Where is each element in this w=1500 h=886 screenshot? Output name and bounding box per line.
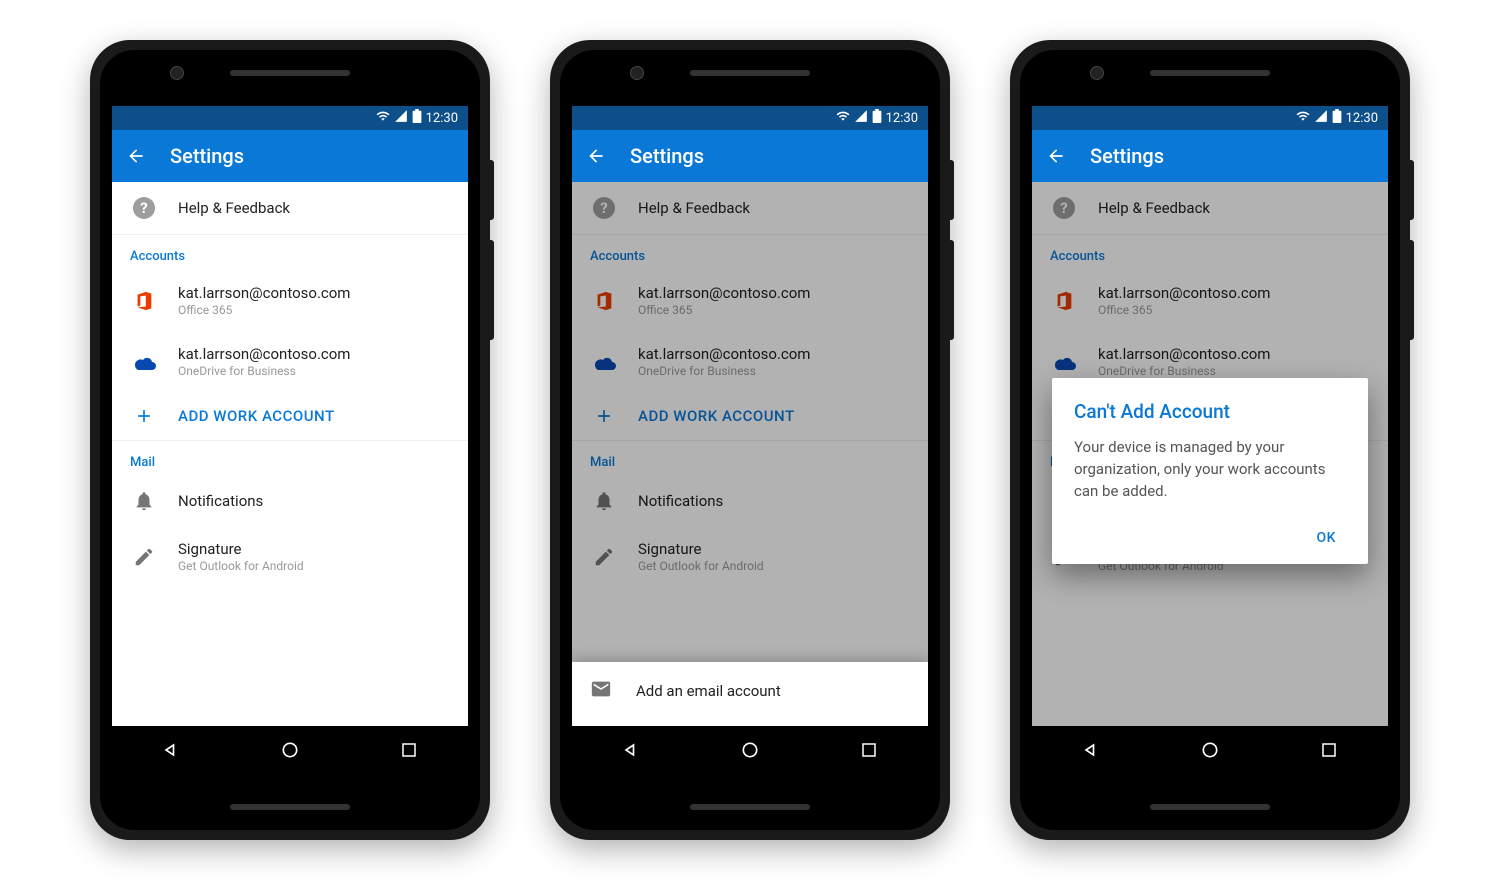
signal-icon [394, 109, 408, 127]
dialog-ok-button[interactable]: OK [1307, 522, 1347, 554]
status-time: 12:30 [426, 111, 458, 126]
add-account-label: ADD WORK ACCOUNT [178, 407, 450, 425]
status-bar: 12:30 [1032, 106, 1388, 130]
nav-home-icon[interactable] [739, 739, 761, 761]
signature-sub: Get Outlook for Android [178, 559, 450, 573]
settings-content: ? Help & Feedback Accounts kat.larrson@c… [572, 182, 928, 774]
office365-icon [130, 290, 158, 312]
nav-back-icon[interactable] [1080, 739, 1102, 761]
mail-header: Mail [112, 441, 468, 476]
nav-home-icon[interactable] [279, 739, 301, 761]
notifications-row[interactable]: Notifications [112, 476, 468, 526]
status-bar: 12:30 [572, 106, 928, 130]
nav-home-icon[interactable] [1199, 739, 1221, 761]
status-time: 12:30 [886, 111, 918, 126]
android-nav-bar [572, 726, 928, 774]
app-bar-title: Settings [630, 144, 704, 168]
notifications-label: Notifications [178, 492, 450, 510]
dialog-body: Your device is managed by your organizat… [1074, 437, 1346, 502]
account-sub: Office 365 [178, 303, 450, 317]
nav-back-icon[interactable] [620, 739, 642, 761]
app-bar: Settings [572, 130, 928, 182]
nav-recents-icon[interactable] [398, 739, 420, 761]
screen: 12:30 Settings ? Help & Feedback Account… [572, 106, 928, 774]
status-time: 12:30 [1346, 111, 1378, 126]
sheet-add-email[interactable]: Add an email account [572, 662, 928, 720]
phone-mockup: 12:30 Settings ? Help & Feedback Account… [90, 40, 490, 840]
account-row-onedrive[interactable]: kat.larrson@contoso.com OneDrive for Bus… [112, 331, 468, 392]
svg-text:?: ? [140, 199, 147, 217]
android-nav-bar [1032, 726, 1388, 774]
cant-add-account-dialog: Can't Add Account Your device is managed… [1052, 378, 1368, 564]
app-bar: Settings [1032, 130, 1388, 182]
signature-row[interactable]: Signature Get Outlook for Android [112, 526, 468, 587]
screen: 12:30 Settings ? Help & Feedback Account… [112, 106, 468, 774]
sheet-email-label: Add an email account [636, 682, 781, 700]
onedrive-icon [130, 353, 158, 371]
account-email: kat.larrson@contoso.com [178, 284, 450, 302]
status-bar: 12:30 [112, 106, 468, 130]
battery-icon [412, 109, 422, 127]
back-icon[interactable] [586, 146, 606, 166]
signal-icon [1314, 109, 1328, 127]
battery-icon [1332, 109, 1342, 127]
wifi-icon [1296, 109, 1310, 127]
account-email: kat.larrson@contoso.com [178, 345, 450, 363]
signal-icon [854, 109, 868, 127]
help-feedback-row[interactable]: ? Help & Feedback [112, 182, 468, 234]
phone-mockup: 12:30 Settings ? Help & Feedback Account… [1010, 40, 1410, 840]
accounts-header: Accounts [112, 235, 468, 270]
account-row-office365[interactable]: kat.larrson@contoso.com Office 365 [112, 270, 468, 331]
app-bar: Settings [112, 130, 468, 182]
back-icon[interactable] [1046, 146, 1066, 166]
app-bar-title: Settings [170, 144, 244, 168]
signature-label: Signature [178, 540, 450, 558]
account-sub: OneDrive for Business [178, 364, 450, 378]
bell-icon [130, 490, 158, 512]
help-icon: ? [130, 196, 158, 220]
phone-mockup: 12:30 Settings ? Help & Feedback Account… [550, 40, 950, 840]
nav-back-icon[interactable] [160, 739, 182, 761]
nav-recents-icon[interactable] [858, 739, 880, 761]
android-nav-bar [112, 726, 468, 774]
dialog-title: Can't Add Account [1074, 400, 1346, 423]
plus-icon [130, 406, 158, 426]
settings-content: ? Help & Feedback Accounts kat.larrson@c… [112, 182, 468, 774]
wifi-icon [836, 109, 850, 127]
add-account-button[interactable]: ADD WORK ACCOUNT [112, 392, 468, 440]
back-icon[interactable] [126, 146, 146, 166]
screen: 12:30 Settings ? Help & Feedback Account… [1032, 106, 1388, 774]
app-bar-title: Settings [1090, 144, 1164, 168]
pen-icon [130, 546, 158, 568]
wifi-icon [376, 109, 390, 127]
help-label: Help & Feedback [178, 199, 450, 217]
mail-icon [590, 678, 612, 704]
settings-content: ? Help & Feedback Accounts kat.larrson@c… [1032, 182, 1388, 774]
nav-recents-icon[interactable] [1318, 739, 1340, 761]
battery-icon [872, 109, 882, 127]
